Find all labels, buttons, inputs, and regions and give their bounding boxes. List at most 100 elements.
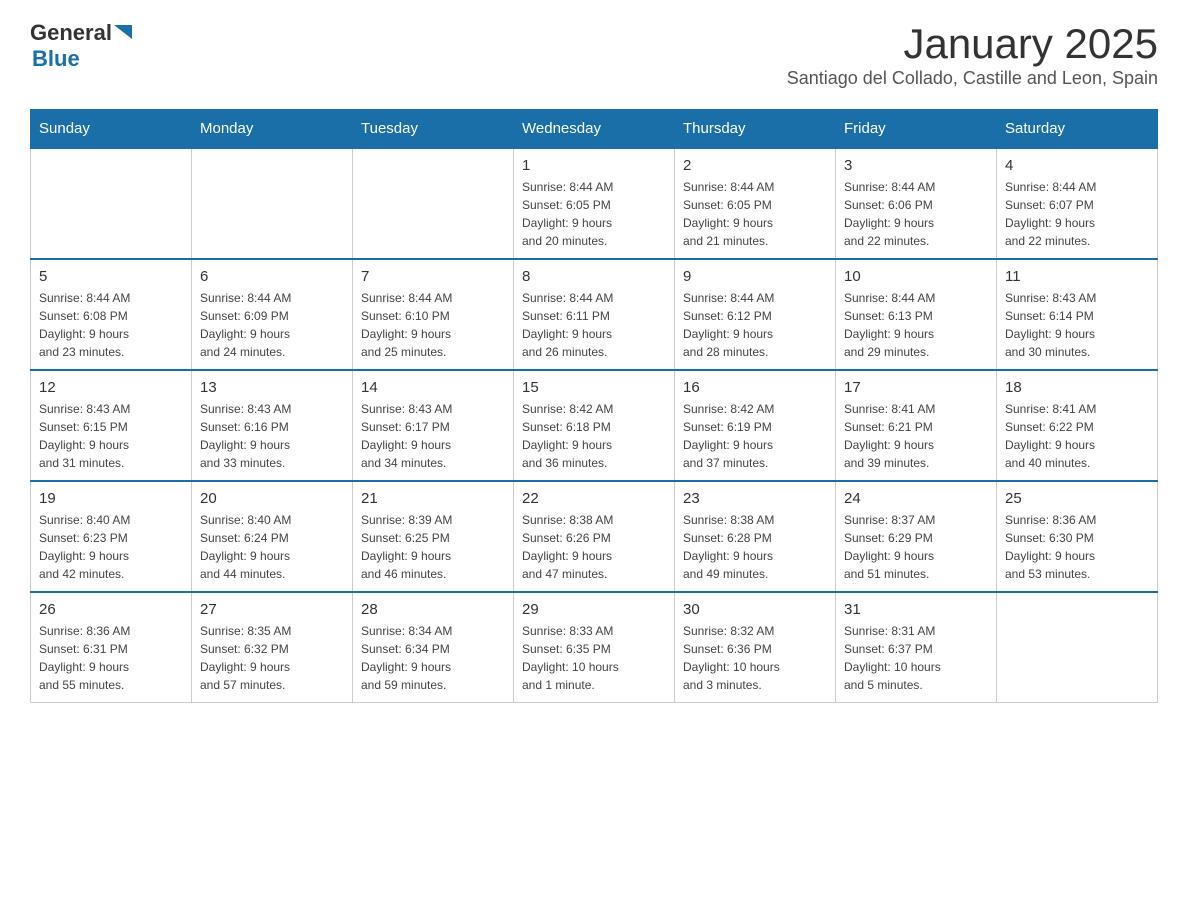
day-info: Sunrise: 8:44 AM Sunset: 6:12 PM Dayligh…	[683, 289, 827, 361]
calendar-cell: 12 Sunrise: 8:43 AM Sunset: 6:15 PM Dayli…	[31, 370, 192, 481]
day-number: 13	[200, 379, 344, 396]
weekday-header-wednesday: Wednesday	[514, 110, 675, 149]
day-number: 30	[683, 601, 827, 618]
weekday-header-sunday: Sunday	[31, 110, 192, 149]
day-info: Sunrise: 8:40 AM Sunset: 6:23 PM Dayligh…	[39, 511, 183, 583]
calendar-cell: 16Sunrise: 8:42 AM Sunset: 6:19 PM Dayli…	[675, 370, 836, 481]
page-header: General Blue January 2025 Santiago del C…	[30, 20, 1158, 89]
day-info: Sunrise: 8:31 AM Sunset: 6:37 PM Dayligh…	[844, 622, 988, 694]
calendar-cell: 22 Sunrise: 8:38 AM Sunset: 6:26 PM Dayli…	[514, 481, 675, 592]
day-number: 23	[683, 490, 827, 507]
logo-triangle-icon	[114, 21, 136, 43]
day-info: Sunrise: 8:42 AM Sunset: 6:19 PM Dayligh…	[683, 400, 827, 472]
day-number: 11	[1005, 268, 1149, 285]
day-info: Sunrise: 8:34 AM Sunset: 6:34 PM Dayligh…	[361, 622, 505, 694]
day-info: Sunrise: 8:40 AM Sunset: 6:24 PM Dayligh…	[200, 511, 344, 583]
calendar-cell: 15 Sunrise: 8:42 AM Sunset: 6:18 PM Dayli…	[514, 370, 675, 481]
day-number: 29	[522, 601, 666, 618]
calendar-cell: 14Sunrise: 8:43 AM Sunset: 6:17 PM Dayli…	[353, 370, 514, 481]
day-info: Sunrise: 8:38 AM Sunset: 6:28 PM Dayligh…	[683, 511, 827, 583]
calendar-week-row: 12 Sunrise: 8:43 AM Sunset: 6:15 PM Dayli…	[31, 370, 1158, 481]
day-info: Sunrise: 8:39 AM Sunset: 6:25 PM Dayligh…	[361, 511, 505, 583]
calendar-cell: 28 Sunrise: 8:34 AM Sunset: 6:34 PM Dayli…	[353, 592, 514, 703]
day-number: 8	[522, 268, 666, 285]
day-number: 6	[200, 268, 344, 285]
day-info: Sunrise: 8:36 AM Sunset: 6:31 PM Dayligh…	[39, 622, 183, 694]
day-info: Sunrise: 8:41 AM Sunset: 6:22 PM Dayligh…	[1005, 400, 1149, 472]
calendar-week-row: 5 Sunrise: 8:44 AM Sunset: 6:08 PM Daylig…	[31, 259, 1158, 370]
calendar-cell: 13Sunrise: 8:43 AM Sunset: 6:16 PM Dayli…	[192, 370, 353, 481]
day-number: 7	[361, 268, 505, 285]
calendar-cell: 19 Sunrise: 8:40 AM Sunset: 6:23 PM Dayli…	[31, 481, 192, 592]
calendar-cell: 3Sunrise: 8:44 AM Sunset: 6:06 PM Daylig…	[836, 148, 997, 259]
day-number: 19	[39, 490, 183, 507]
logo: General Blue	[30, 20, 136, 72]
weekday-header-saturday: Saturday	[997, 110, 1158, 149]
calendar-cell: 29 Sunrise: 8:33 AM Sunset: 6:35 PM Dayli…	[514, 592, 675, 703]
day-number: 15	[522, 379, 666, 396]
weekday-header-tuesday: Tuesday	[353, 110, 514, 149]
day-number: 27	[200, 601, 344, 618]
day-number: 1	[522, 157, 666, 174]
logo-general-text: General	[30, 20, 112, 46]
day-number: 5	[39, 268, 183, 285]
day-number: 4	[1005, 157, 1149, 174]
calendar-cell: 24Sunrise: 8:37 AM Sunset: 6:29 PM Dayli…	[836, 481, 997, 592]
calendar-cell: 2 Sunrise: 8:44 AM Sunset: 6:05 PM Daylig…	[675, 148, 836, 259]
day-info: Sunrise: 8:36 AM Sunset: 6:30 PM Dayligh…	[1005, 511, 1149, 583]
calendar-cell: 20 Sunrise: 8:40 AM Sunset: 6:24 PM Dayli…	[192, 481, 353, 592]
day-info: Sunrise: 8:35 AM Sunset: 6:32 PM Dayligh…	[200, 622, 344, 694]
day-number: 31	[844, 601, 988, 618]
weekday-header-row: SundayMondayTuesdayWednesdayThursdayFrid…	[31, 110, 1158, 149]
day-number: 12	[39, 379, 183, 396]
day-info: Sunrise: 8:38 AM Sunset: 6:26 PM Dayligh…	[522, 511, 666, 583]
day-info: Sunrise: 8:44 AM Sunset: 6:11 PM Dayligh…	[522, 289, 666, 361]
calendar-cell: 25Sunrise: 8:36 AM Sunset: 6:30 PM Dayli…	[997, 481, 1158, 592]
calendar-cell: 11 Sunrise: 8:43 AM Sunset: 6:14 PM Dayli…	[997, 259, 1158, 370]
day-info: Sunrise: 8:44 AM Sunset: 6:08 PM Dayligh…	[39, 289, 183, 361]
day-info: Sunrise: 8:32 AM Sunset: 6:36 PM Dayligh…	[683, 622, 827, 694]
day-info: Sunrise: 8:44 AM Sunset: 6:05 PM Dayligh…	[522, 178, 666, 250]
calendar-header: SundayMondayTuesdayWednesdayThursdayFrid…	[31, 110, 1158, 149]
calendar-cell: 5 Sunrise: 8:44 AM Sunset: 6:08 PM Daylig…	[31, 259, 192, 370]
day-info: Sunrise: 8:33 AM Sunset: 6:35 PM Dayligh…	[522, 622, 666, 694]
day-info: Sunrise: 8:44 AM Sunset: 6:06 PM Dayligh…	[844, 178, 988, 250]
calendar-cell: 26Sunrise: 8:36 AM Sunset: 6:31 PM Dayli…	[31, 592, 192, 703]
day-info: Sunrise: 8:43 AM Sunset: 6:15 PM Dayligh…	[39, 400, 183, 472]
day-info: Sunrise: 8:41 AM Sunset: 6:21 PM Dayligh…	[844, 400, 988, 472]
calendar-cell	[31, 148, 192, 259]
weekday-header-thursday: Thursday	[675, 110, 836, 149]
month-title: January 2025	[787, 20, 1158, 68]
day-number: 2	[683, 157, 827, 174]
day-info: Sunrise: 8:44 AM Sunset: 6:05 PM Dayligh…	[683, 178, 827, 250]
calendar-table: SundayMondayTuesdayWednesdayThursdayFrid…	[30, 109, 1158, 703]
day-info: Sunrise: 8:44 AM Sunset: 6:10 PM Dayligh…	[361, 289, 505, 361]
calendar-cell	[192, 148, 353, 259]
calendar-cell: 6 Sunrise: 8:44 AM Sunset: 6:09 PM Daylig…	[192, 259, 353, 370]
weekday-header-monday: Monday	[192, 110, 353, 149]
location-subtitle: Santiago del Collado, Castille and Leon,…	[787, 68, 1158, 89]
calendar-cell: 17Sunrise: 8:41 AM Sunset: 6:21 PM Dayli…	[836, 370, 997, 481]
day-number: 22	[522, 490, 666, 507]
calendar-cell: 27 Sunrise: 8:35 AM Sunset: 6:32 PM Dayli…	[192, 592, 353, 703]
weekday-header-friday: Friday	[836, 110, 997, 149]
calendar-body: 1 Sunrise: 8:44 AM Sunset: 6:05 PM Daylig…	[31, 148, 1158, 703]
calendar-cell: 23 Sunrise: 8:38 AM Sunset: 6:28 PM Dayli…	[675, 481, 836, 592]
day-info: Sunrise: 8:43 AM Sunset: 6:14 PM Dayligh…	[1005, 289, 1149, 361]
calendar-cell: 30 Sunrise: 8:32 AM Sunset: 6:36 PM Dayli…	[675, 592, 836, 703]
day-info: Sunrise: 8:44 AM Sunset: 6:07 PM Dayligh…	[1005, 178, 1149, 250]
day-number: 28	[361, 601, 505, 618]
calendar-cell: 8 Sunrise: 8:44 AM Sunset: 6:11 PM Daylig…	[514, 259, 675, 370]
calendar-week-row: 19 Sunrise: 8:40 AM Sunset: 6:23 PM Dayli…	[31, 481, 1158, 592]
calendar-cell	[997, 592, 1158, 703]
day-number: 20	[200, 490, 344, 507]
logo-blue-text: Blue	[32, 46, 80, 71]
day-info: Sunrise: 8:44 AM Sunset: 6:09 PM Dayligh…	[200, 289, 344, 361]
calendar-cell: 21Sunrise: 8:39 AM Sunset: 6:25 PM Dayli…	[353, 481, 514, 592]
day-number: 9	[683, 268, 827, 285]
day-info: Sunrise: 8:42 AM Sunset: 6:18 PM Dayligh…	[522, 400, 666, 472]
day-number: 10	[844, 268, 988, 285]
calendar-cell: 10Sunrise: 8:44 AM Sunset: 6:13 PM Dayli…	[836, 259, 997, 370]
calendar-week-row: 1 Sunrise: 8:44 AM Sunset: 6:05 PM Daylig…	[31, 148, 1158, 259]
day-info: Sunrise: 8:43 AM Sunset: 6:17 PM Dayligh…	[361, 400, 505, 472]
